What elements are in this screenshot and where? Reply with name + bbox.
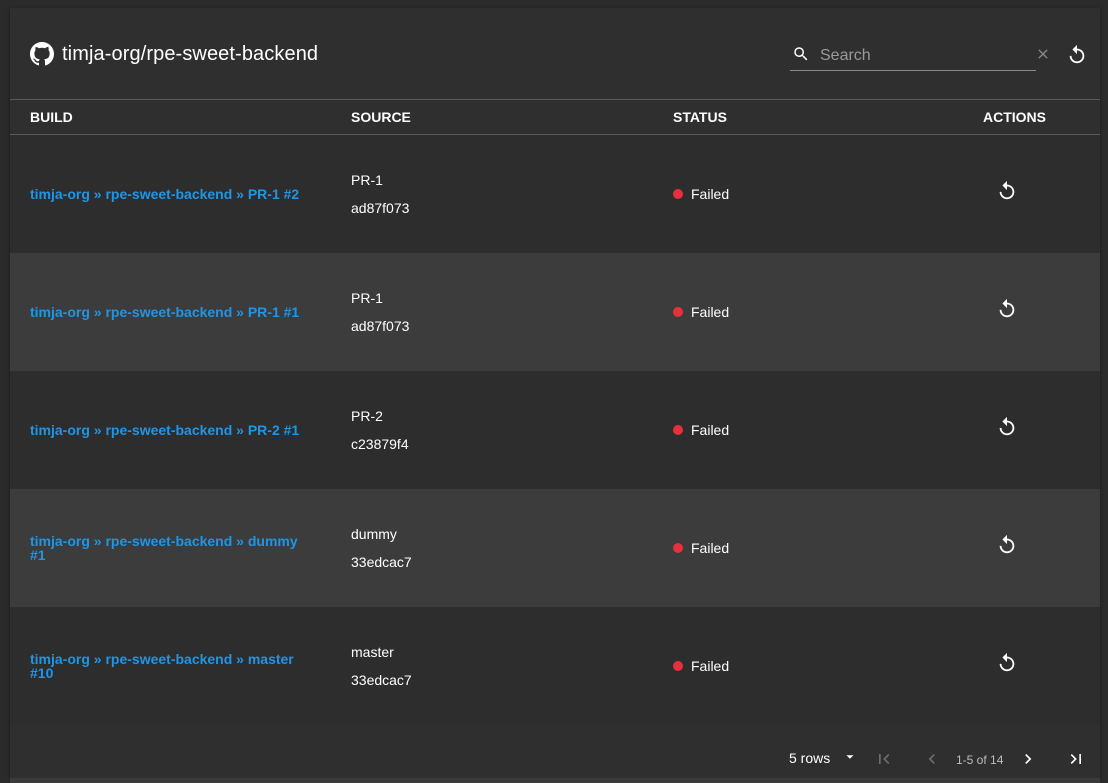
source-branch: PR-1 [351,171,383,188]
search-icon [792,45,810,68]
column-header-build[interactable]: BUILD [10,99,351,135]
source-commit: 33edcac7 [351,553,412,570]
table-row: timja-org » rpe-sweet-backend » PR-1 #2 … [10,134,1100,253]
panel-header: timja-org/rpe-sweet-backend [10,8,1100,99]
page-title: timja-org/rpe-sweet-backend [62,42,319,65]
replay-icon[interactable] [996,652,1018,679]
replay-icon[interactable] [996,416,1018,443]
builds-table: BUILD SOURCE STATUS ACTIONS timja-org » … [10,99,1100,725]
status-text: Failed [691,185,730,202]
column-header-source[interactable]: SOURCE [351,99,673,135]
replay-icon[interactable] [996,534,1018,561]
source-branch: PR-2 [351,407,383,424]
table-row: timja-org » rpe-sweet-backend » PR-2 #1 … [10,370,1100,489]
table-row: timja-org » rpe-sweet-backend » PR-1 #1 … [10,252,1100,371]
build-link[interactable]: timja-org » rpe-sweet-backend » master #… [30,652,310,680]
build-link[interactable]: timja-org » rpe-sweet-backend » PR-1 #1 [30,305,310,319]
page-range: 1-5 of 14 [956,753,1004,767]
pagination-bar: 5 rows 1-5 of 14 [10,717,1100,777]
search-input[interactable] [820,44,1027,68]
column-header-actions: ACTIONS [929,99,1100,135]
rows-per-page-label: 5 rows [789,750,831,766]
source-commit: ad87f073 [351,199,410,216]
status-text: Failed [691,303,730,320]
dropdown-arrow-icon [844,750,856,766]
source-commit: ad87f073 [351,317,410,334]
status-badge: Failed [673,422,929,438]
table-row: timja-org » rpe-sweet-backend » dummy #1… [10,488,1100,607]
status-text: Failed [691,421,730,438]
first-page-icon[interactable] [874,749,894,774]
failed-status-icon [673,188,683,199]
title-wrap: timja-org/rpe-sweet-backend [30,42,318,66]
refresh-icon[interactable] [1066,44,1088,71]
build-link[interactable]: timja-org » rpe-sweet-backend » dummy #1 [30,534,310,562]
failed-status-icon [673,542,683,553]
prev-page-icon[interactable] [922,749,942,774]
failed-status-icon [673,424,683,435]
close-icon[interactable] [1035,46,1051,67]
bottom-strip [10,778,1100,783]
table-header-row: BUILD SOURCE STATUS ACTIONS [10,99,1100,135]
failed-status-icon [673,660,683,671]
status-text: Failed [691,657,730,674]
failed-status-icon [673,306,683,317]
rows-per-page-select[interactable]: 5 rows [789,750,856,766]
source-branch: master [351,643,394,660]
column-header-status[interactable]: STATUS [673,99,929,135]
status-badge: Failed [673,658,929,674]
search-box [790,42,1048,71]
build-link[interactable]: timja-org » rpe-sweet-backend » PR-2 #1 [30,423,310,437]
status-badge: Failed [673,540,929,556]
source-branch: dummy [351,525,397,542]
source-commit: c23879f4 [351,435,409,452]
next-page-icon[interactable] [1018,749,1038,774]
status-text: Failed [691,539,730,556]
last-page-icon[interactable] [1066,749,1086,774]
github-icon [30,42,54,66]
table-row: timja-org » rpe-sweet-backend » master #… [10,606,1100,725]
source-branch: PR-1 [351,289,383,306]
replay-icon[interactable] [996,180,1018,207]
replay-icon[interactable] [996,298,1018,325]
builds-panel: timja-org/rpe-sweet-backend BUILD SOURCE… [10,8,1100,778]
status-badge: Failed [673,304,929,320]
status-badge: Failed [673,186,929,202]
build-link[interactable]: timja-org » rpe-sweet-backend » PR-1 #2 [30,187,310,201]
source-commit: 33edcac7 [351,671,412,688]
